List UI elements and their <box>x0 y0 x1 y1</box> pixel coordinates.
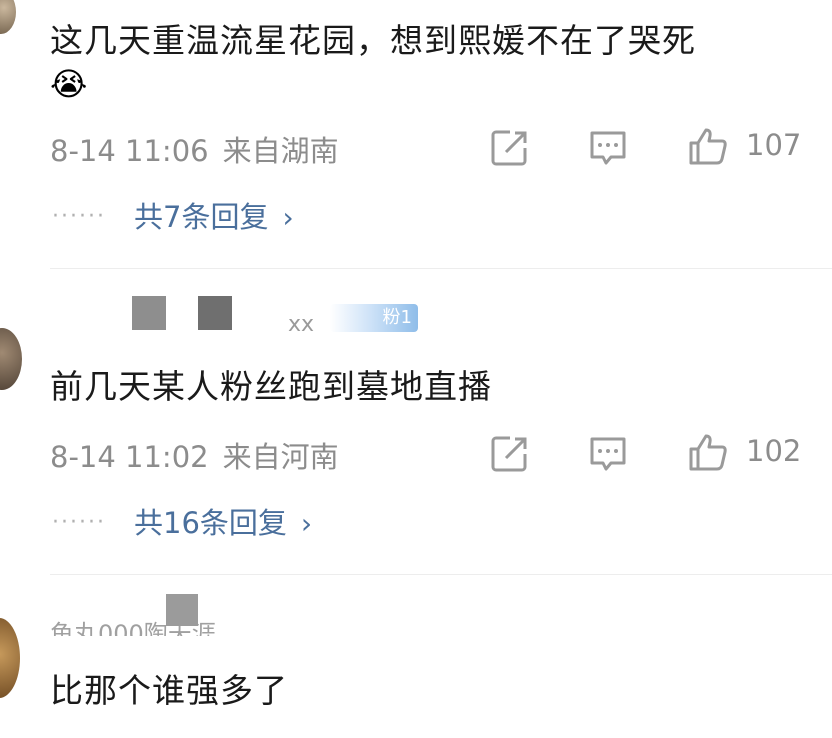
like-count: 107 <box>746 128 802 162</box>
reply-dots: ······ <box>52 510 106 535</box>
username-redaction <box>198 296 232 330</box>
view-replies-link[interactable]: 共16条回复 › <box>134 500 312 542</box>
username-redaction <box>166 594 198 626</box>
fan-badge: 粉1 <box>330 304 418 332</box>
like-count: 102 <box>746 434 802 468</box>
comment-text: 前几天某人粉丝跑到墓地直播 <box>50 367 492 406</box>
share-icon[interactable] <box>490 128 530 168</box>
comment-time: 8-14 11:06 <box>50 134 209 168</box>
thumbs-up-icon[interactable] <box>688 126 728 166</box>
comment-time: 8-14 11:02 <box>50 440 209 474</box>
comment-text: 这几天重温流星花园，想到熙媛不在了哭死 <box>50 21 696 60</box>
avatar[interactable] <box>0 0 16 34</box>
replies-label: 共7条回复 <box>134 200 269 234</box>
avatar[interactable] <box>0 328 22 390</box>
divider <box>50 268 832 269</box>
comment-meta: 8-14 11:06 来自湖南 <box>50 128 339 170</box>
comment-location: 来自湖南 <box>222 134 339 168</box>
comment-text: 比那个谁强多了 <box>50 671 288 710</box>
divider <box>50 574 832 575</box>
chevron-right-icon: › <box>282 201 294 234</box>
thumbs-up-icon[interactable] <box>688 432 728 472</box>
comment-location: 来自河南 <box>222 440 339 474</box>
reply-dots: ······ <box>52 204 106 229</box>
comment-meta: 8-14 11:02 来自河南 <box>50 434 339 476</box>
comment-icon[interactable] <box>588 128 628 168</box>
username[interactable]: xx <box>288 312 314 337</box>
view-replies-link[interactable]: 共7条回复 › <box>134 194 294 236</box>
share-icon[interactable] <box>490 434 530 474</box>
avatar[interactable] <box>0 618 20 698</box>
replies-label: 共16条回复 <box>134 506 287 540</box>
chevron-right-icon: › <box>300 507 313 540</box>
username-redaction <box>132 296 166 330</box>
crying-emoji: 😭 <box>50 65 88 103</box>
comment-icon[interactable] <box>588 434 628 474</box>
